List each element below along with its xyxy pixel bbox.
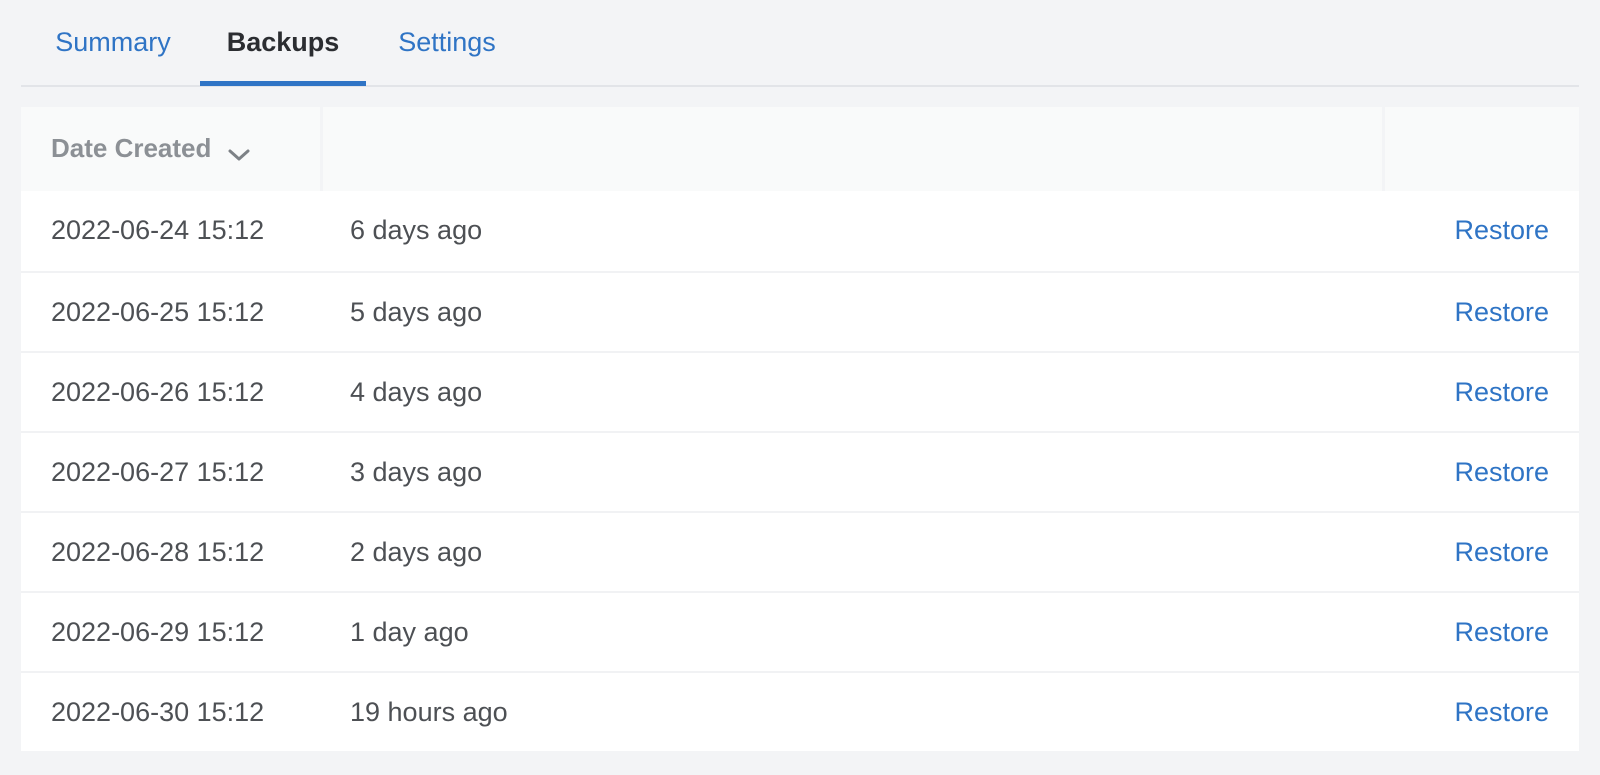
restore-link[interactable]: Restore [1454,191,1549,269]
table-row: 2022-06-24 15:12 6 days ago Restore [21,191,1579,271]
backup-relative-time: 1 day ago [350,617,469,647]
table-row: 2022-06-29 15:12 1 day ago Restore [21,591,1579,671]
table-row: 2022-06-25 15:12 5 days ago Restore [21,271,1579,351]
backup-relative-time: 5 days ago [350,297,483,327]
column-header-date-created[interactable]: Date Created [21,107,320,191]
column-header-relative-time [323,107,1382,191]
column-header-actions [1385,107,1579,191]
restore-link[interactable]: Restore [1454,433,1549,511]
backup-date: 2022-06-30 15:12 [51,697,265,727]
restore-link[interactable]: Restore [1454,673,1549,751]
column-header-date-created-label: Date Created [51,133,212,163]
backup-relative-time: 19 hours ago [350,697,508,727]
restore-link[interactable]: Restore [1454,593,1549,671]
tab-bar: Summary Backups Settings [21,0,1579,87]
table-row: 2022-06-26 15:12 4 days ago Restore [21,351,1579,431]
backup-relative-time: 4 days ago [350,377,483,407]
tab-settings-label: Settings [398,27,496,57]
table-header: Date Created [21,107,1579,191]
backups-page: Summary Backups Settings Date Created 20… [0,0,1600,775]
backup-relative-time: 6 days ago [350,215,483,245]
table-row: 2022-06-28 15:12 2 days ago Restore [21,511,1579,591]
backup-date: 2022-06-29 15:12 [51,617,265,647]
chevron-down-icon[interactable] [227,147,251,163]
active-tab-indicator [200,81,366,86]
restore-link[interactable]: Restore [1454,353,1549,431]
table-body: 2022-06-24 15:12 6 days ago Restore 2022… [21,191,1579,751]
restore-link[interactable]: Restore [1454,273,1549,351]
tab-summary-label: Summary [55,27,171,57]
backup-date: 2022-06-24 15:12 [51,215,265,245]
backups-table: Date Created 2022-06-24 15:12 6 days ago… [21,107,1579,751]
backup-date: 2022-06-28 15:12 [51,537,265,567]
tab-backups-label: Backups [226,27,340,57]
backup-relative-time: 2 days ago [350,537,483,567]
backup-date: 2022-06-25 15:12 [51,297,265,327]
backup-relative-time: 3 days ago [350,457,483,487]
tab-summary[interactable]: Summary [55,0,171,87]
tab-backups[interactable]: Backups [200,0,366,87]
restore-link[interactable]: Restore [1454,513,1549,591]
tab-settings[interactable]: Settings [397,0,497,87]
table-row: 2022-06-30 15:12 19 hours ago Restore [21,671,1579,751]
backup-date: 2022-06-26 15:12 [51,377,265,407]
table-row: 2022-06-27 15:12 3 days ago Restore [21,431,1579,511]
backup-date: 2022-06-27 15:12 [51,457,265,487]
